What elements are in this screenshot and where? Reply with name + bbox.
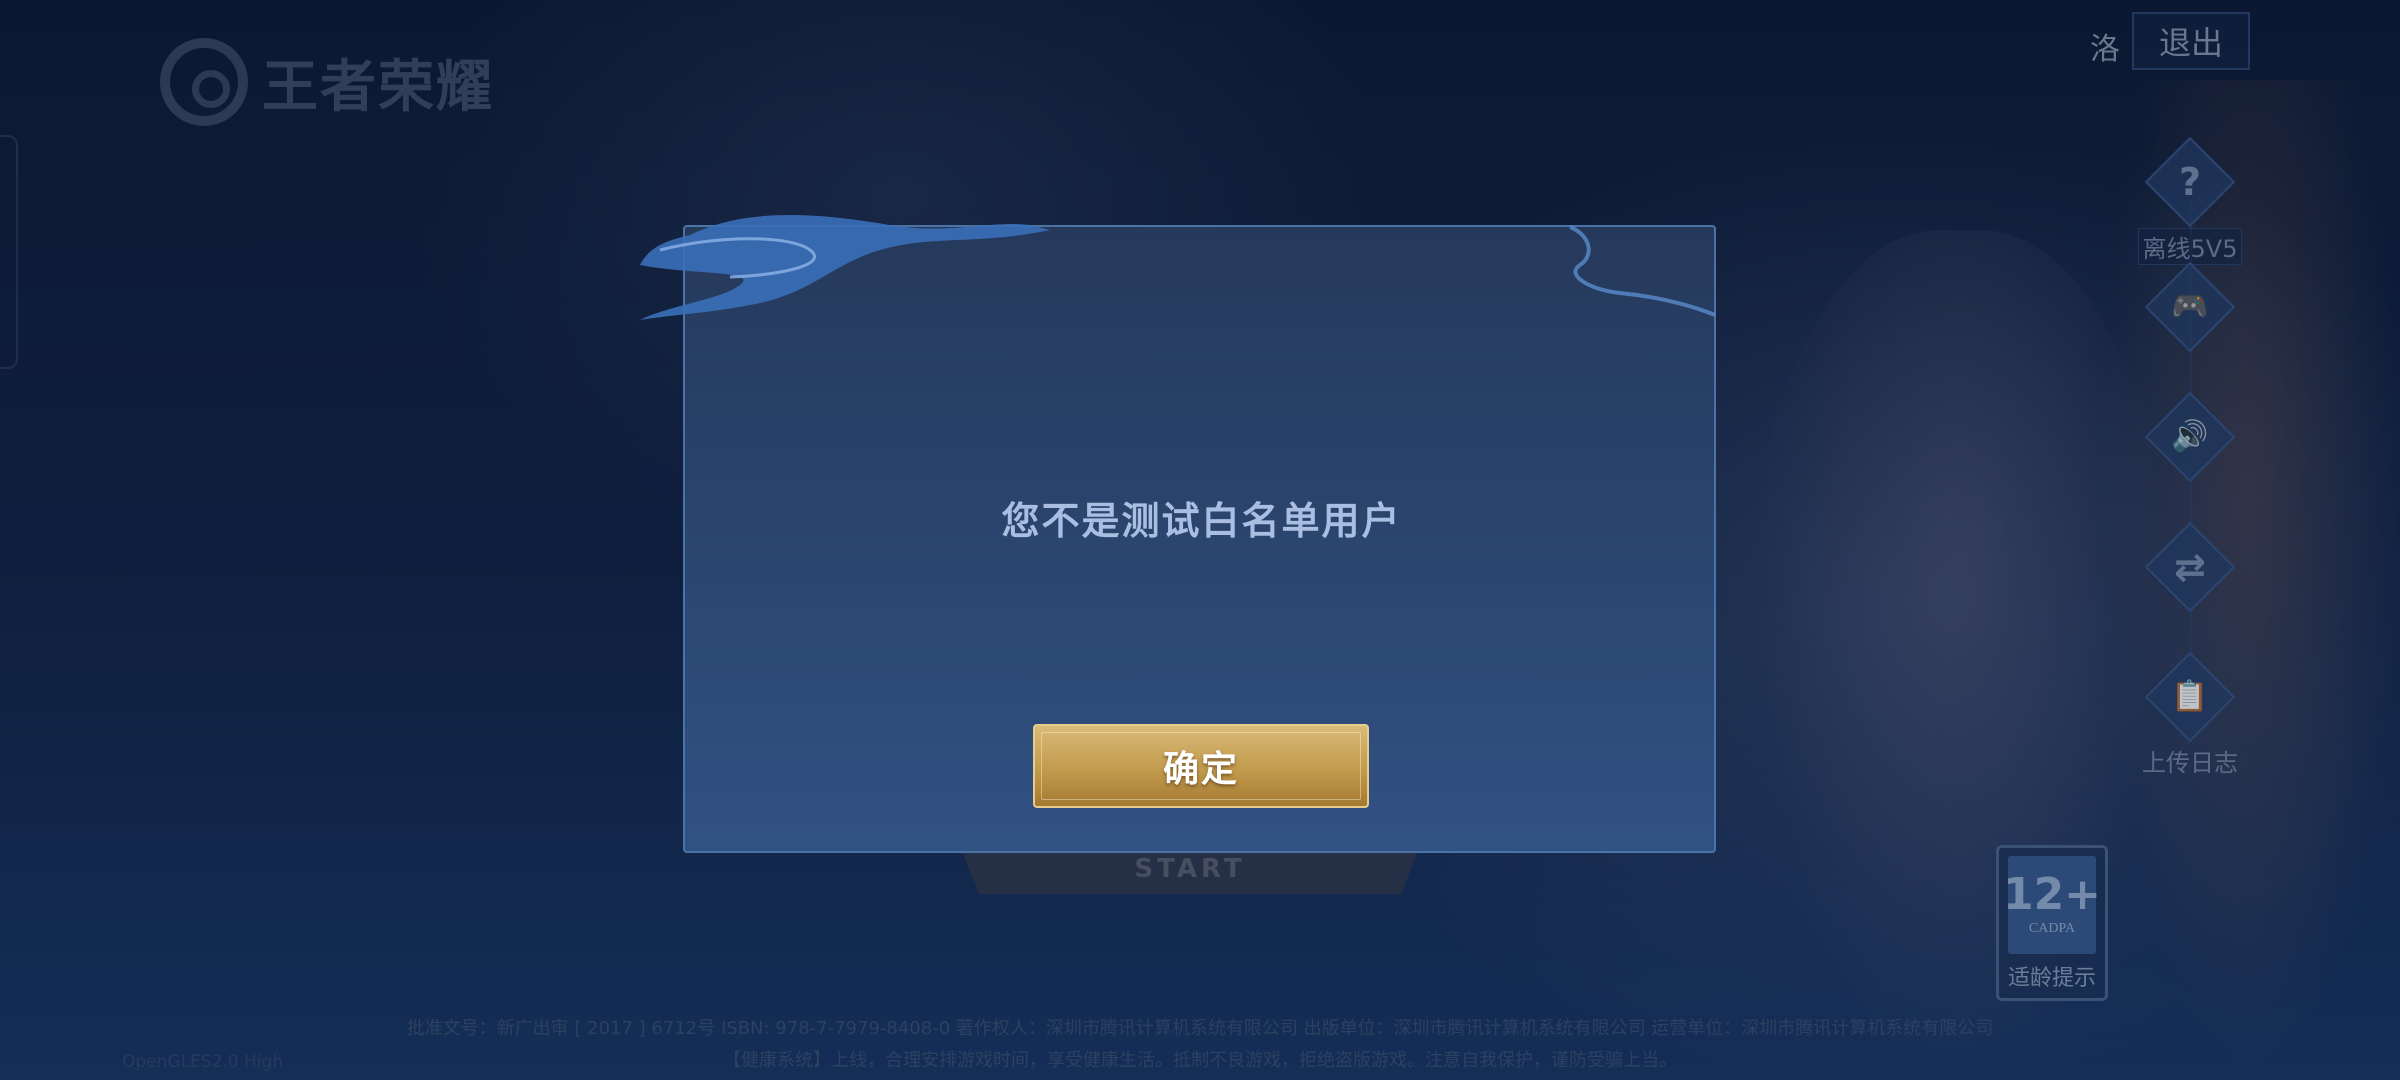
alert-dialog: 您不是测试白名单用户 确定 [683, 225, 1716, 853]
confirm-button[interactable]: 确定 [1033, 724, 1369, 808]
dialog-message: 您不是测试白名单用户 [1001, 499, 1402, 543]
